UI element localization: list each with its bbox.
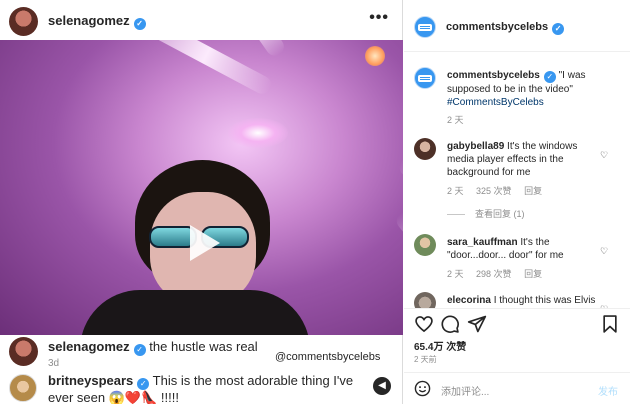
comment-text-block: gabybella89 It's the windows media playe… <box>447 140 597 179</box>
caption-meta: 2 天 <box>447 113 474 126</box>
top-comment: britneyspears ✓ This is the most adorable… <box>48 373 378 404</box>
comment-icon[interactable] <box>440 314 460 334</box>
comment-input[interactable]: 添加评论... <box>441 383 489 398</box>
play-icon[interactable] <box>180 220 226 266</box>
heart-icon[interactable] <box>414 314 434 334</box>
comment-username[interactable]: sara_kauffman <box>447 237 518 248</box>
top-comment-username[interactable]: britneyspears <box>48 373 133 388</box>
account-avatar[interactable] <box>414 67 436 89</box>
avatar[interactable] <box>414 234 436 256</box>
watermark: @commentsbycelebs <box>275 351 381 363</box>
post-author-name[interactable]: selenagomez <box>48 13 130 28</box>
light-beam <box>396 155 403 217</box>
comment-text: I thought this was Elvis <box>493 295 596 306</box>
comment-username[interactable]: elecorina <box>447 295 491 306</box>
bookmark-icon[interactable] <box>600 314 620 334</box>
caption-avatar[interactable] <box>9 337 38 366</box>
avatar[interactable] <box>414 138 436 160</box>
commenter-avatar[interactable] <box>9 374 37 402</box>
post-actions: 65.4万 次赞 2 天前 <box>404 308 630 374</box>
account-name[interactable]: commentsbycelebs ✓ <box>446 21 565 35</box>
hashtag-link[interactable]: #CommentsByCelebs <box>447 97 544 108</box>
person-shirt <box>80 290 310 335</box>
like-count[interactable]: 65.4万 次赞 <box>414 338 466 353</box>
like-heart-icon[interactable]: ♡ <box>600 246 608 257</box>
caption-time: 2 天 <box>447 115 464 125</box>
like-heart-icon[interactable]: ♡ <box>600 150 608 161</box>
share-icon[interactable] <box>467 314 487 334</box>
verified-icon: ✓ <box>133 18 146 30</box>
reply-button[interactable]: 回复 <box>524 186 542 196</box>
caption-username[interactable]: selenagomez <box>48 339 130 354</box>
video-post: selenagomez ✓ ••• selenagomez ✓ the hustle… <box>0 0 403 404</box>
comment-meta: 2 天 298 次赞 回复 <box>447 267 552 280</box>
comment-likes[interactable]: 298 次赞 <box>476 269 512 279</box>
panel-header: commentsbycelebs ✓ <box>404 0 630 52</box>
comment-meta: 2 天 325 次赞 回复 <box>447 184 552 197</box>
post-author[interactable]: selenagomez ✓ <box>48 13 146 30</box>
caption-time: 3d <box>48 358 60 369</box>
post-header: selenagomez ✓ ••• <box>0 0 403 40</box>
posted-time: 2 天前 <box>414 355 437 364</box>
caption-text: the hustle was real <box>149 339 258 354</box>
reply-button[interactable]: 回复 <box>524 269 542 279</box>
verified-icon: ✓ <box>543 71 556 83</box>
account-avatar[interactable] <box>414 16 436 38</box>
comment-text-block: sara_kauffman It's the "door...door... d… <box>447 236 597 262</box>
light-beam <box>106 40 275 97</box>
more-options-icon[interactable]: ••• <box>369 9 389 27</box>
lens-flare <box>228 118 288 148</box>
post-comment-button[interactable]: 发布 <box>598 383 618 398</box>
view-replies-button[interactable]: 查看回复 (1) <box>447 207 525 220</box>
light-orb <box>365 46 385 66</box>
comment-time: 2 天 <box>447 186 464 196</box>
sound-icon[interactable]: ◀ <box>373 377 391 395</box>
comment-text-block: elecorina I thought this was Elvis <box>447 294 607 307</box>
comment-list[interactable]: commentsbycelebs ✓ "I was supposed to be … <box>404 52 630 308</box>
add-comment-bar: 添加评论... 发布 <box>404 372 630 404</box>
verified-icon: ✓ <box>552 23 565 35</box>
light-beam <box>393 208 403 335</box>
emoji-icon[interactable] <box>414 380 431 397</box>
comment-time: 2 天 <box>447 269 464 279</box>
caption-username[interactable]: commentsbycelebs <box>447 70 540 81</box>
avatar[interactable] <box>414 292 436 308</box>
account-name-text[interactable]: commentsbycelebs <box>446 21 548 33</box>
caption: selenagomez ✓ the hustle was real <box>48 339 258 356</box>
comments-panel: commentsbycelebs ✓ commentsbycelebs ✓ "I w… <box>404 0 630 404</box>
verified-icon: ✓ <box>137 378 150 390</box>
comment-likes[interactable]: 325 次赞 <box>476 186 512 196</box>
avatar[interactable] <box>9 7 38 36</box>
verified-icon: ✓ <box>133 344 146 356</box>
comment-username[interactable]: gabybella89 <box>447 141 504 152</box>
caption-block: commentsbycelebs ✓ "I was supposed to be … <box>447 69 622 109</box>
video-player[interactable] <box>0 40 403 335</box>
